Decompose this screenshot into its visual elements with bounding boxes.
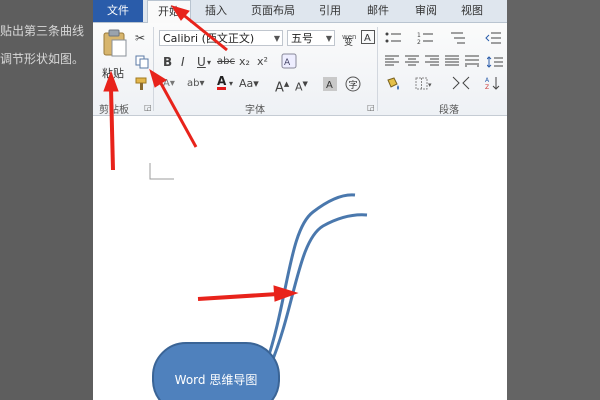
annotation-arrow [103,70,119,171]
annotation-arrow [149,68,198,148]
annotation-arrow [197,285,299,302]
annotation-arrow [170,5,228,52]
annotation-overlay [103,5,299,302]
